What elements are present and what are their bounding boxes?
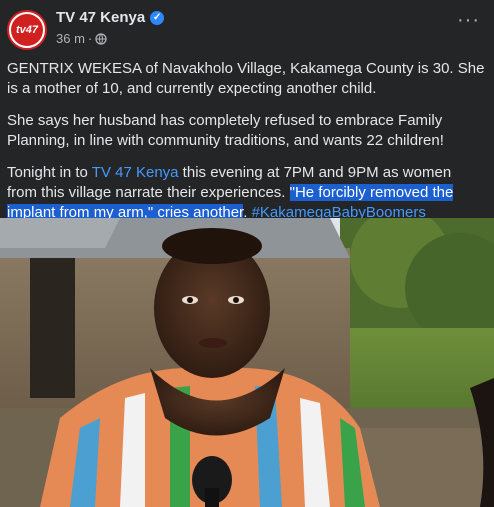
page-mention-link[interactable]: TV 47 Kenya [92,164,179,181]
post-paragraph-3: Tonight in to TV 47 Kenya this evening a… [7,163,485,223]
p3-intro: Tonight in to [7,164,92,181]
page-name-link[interactable]: TV 47 Kenya [56,9,145,26]
post-meta: 36 m · [56,31,107,46]
tv47-logo: tv47 [11,14,43,46]
post-header: tv47 TV 47 Kenya ✓ 36 m · ··· [0,0,494,58]
post-photo[interactable] [0,218,494,507]
meta-separator: · [87,31,93,46]
page-name-row: TV 47 Kenya ✓ [56,9,165,26]
page-avatar[interactable]: tv47 [7,10,47,50]
woman-portrait-image [0,218,494,507]
globe-icon [95,32,107,45]
post-paragraph-2: She says her husband has completely refu… [7,112,444,149]
verified-badge-icon: ✓ [150,10,165,25]
more-horizontal-icon[interactable]: ··· [457,10,480,30]
post-paragraph-1: GENTRIX WEKESA of Navakholo Village, Kak… [7,60,485,97]
post-timestamp[interactable]: 36 m [56,31,85,46]
post-body: GENTRIX WEKESA of Navakholo Village, Kak… [7,59,485,235]
